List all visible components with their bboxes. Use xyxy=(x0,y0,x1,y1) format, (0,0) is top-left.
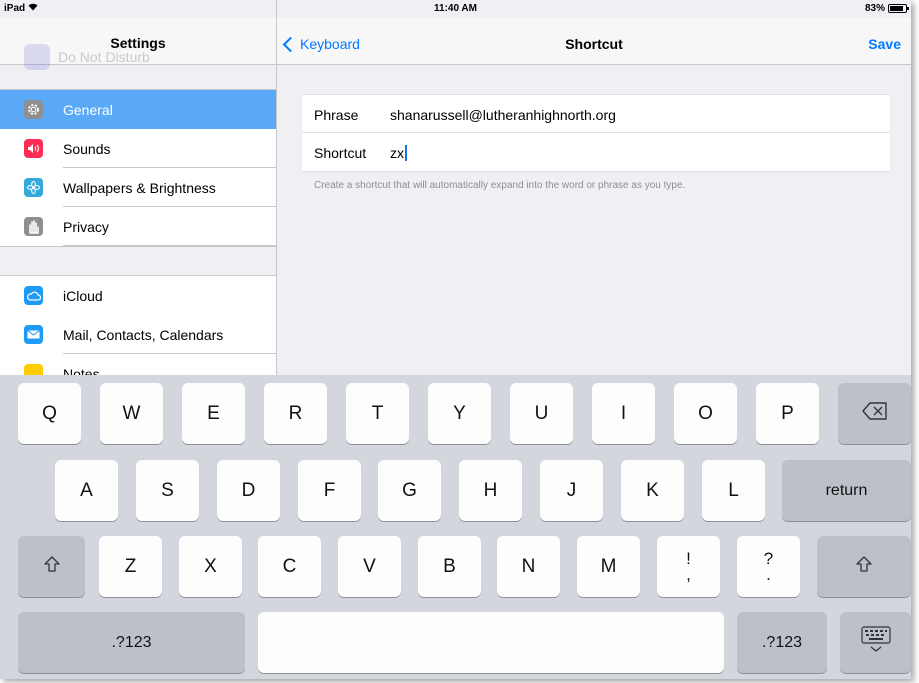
battery-percent: 83% xyxy=(864,3,885,14)
ipad-screen: Do Not Disturb Settings General Sounds W… xyxy=(0,0,911,679)
save-button[interactable]: Save xyxy=(868,36,901,52)
speaker-icon xyxy=(24,139,43,158)
sidebar-item-label: Wallpapers & Brightness xyxy=(63,179,216,196)
shortcut-footnote: Create a shortcut that will automaticall… xyxy=(314,180,686,191)
shift-icon xyxy=(855,555,873,579)
return-key[interactable]: return xyxy=(782,460,911,521)
phrase-field[interactable]: shanarussell@lutheranhighnorth.org xyxy=(390,107,616,123)
key-w[interactable]: W xyxy=(100,383,163,444)
shortcut-row: Shortcut zx xyxy=(302,133,890,171)
sidebar-item-mail[interactable]: Mail, Contacts, Calendars xyxy=(0,315,276,354)
sidebar-title: Settings xyxy=(110,35,166,51)
key-b[interactable]: B xyxy=(418,536,481,597)
key-a[interactable]: A xyxy=(55,460,118,521)
shortcut-field[interactable]: zx xyxy=(390,145,407,161)
status-bar: iPad 11:40 AM 83% xyxy=(0,0,911,18)
key-d[interactable]: D xyxy=(217,460,280,521)
key-period: . xyxy=(766,564,771,584)
battery-icon xyxy=(888,4,909,13)
sidebar-item-label: Mail, Contacts, Calendars xyxy=(63,326,224,343)
envelope-icon xyxy=(24,325,43,344)
key-c[interactable]: C xyxy=(258,536,321,597)
nav-bar: Keyboard Shortcut Save xyxy=(277,18,911,65)
ghost-label: Do Not Disturb xyxy=(58,49,150,65)
shift-key-right[interactable] xyxy=(817,536,911,597)
key-f[interactable]: F xyxy=(298,460,361,521)
key-n[interactable]: N xyxy=(497,536,560,597)
sidebar-item-wallpapers[interactable]: Wallpapers & Brightness xyxy=(0,168,276,207)
key-t[interactable]: T xyxy=(346,383,409,444)
hide-keyboard-key[interactable] xyxy=(840,612,911,673)
key-z[interactable]: Z xyxy=(99,536,162,597)
key-m[interactable]: M xyxy=(577,536,640,597)
key-r[interactable]: R xyxy=(264,383,327,444)
settings-sidebar: Do Not Disturb Settings General Sounds W… xyxy=(0,0,277,393)
key-e[interactable]: E xyxy=(182,383,245,444)
numbers-key-left[interactable]: .?123 xyxy=(18,612,245,673)
key-p[interactable]: P xyxy=(756,383,819,444)
key-question-period[interactable]: ? . xyxy=(737,536,800,597)
key-l[interactable]: L xyxy=(702,460,765,521)
page-title: Shortcut xyxy=(565,36,623,52)
shift-icon xyxy=(43,555,61,579)
phrase-label: Phrase xyxy=(314,107,359,123)
cloud-icon xyxy=(24,286,43,305)
hide-keyboard-icon xyxy=(860,625,891,660)
key-i[interactable]: I xyxy=(592,383,655,444)
hand-icon xyxy=(24,217,43,236)
key-o[interactable]: O xyxy=(674,383,737,444)
sidebar-group-1: General Sounds Wallpapers & Brightness P… xyxy=(0,89,276,247)
key-u[interactable]: U xyxy=(510,383,573,444)
shortcut-form: Phrase shanarussell@lutheranhighnorth.or… xyxy=(302,94,890,172)
sidebar-item-label: Privacy xyxy=(63,218,109,235)
sidebar-item-icloud[interactable]: iCloud xyxy=(0,276,276,315)
space-key[interactable] xyxy=(258,612,724,673)
key-j[interactable]: J xyxy=(540,460,603,521)
key-k[interactable]: K xyxy=(621,460,684,521)
key-y[interactable]: Y xyxy=(428,383,491,444)
keyboard: Q W E R T Y U I O P A S D F G H J K L re… xyxy=(0,375,911,679)
phrase-row: Phrase shanarussell@lutheranhighnorth.or… xyxy=(302,95,890,133)
flower-icon xyxy=(24,178,43,197)
sidebar-item-label: Sounds xyxy=(63,140,111,157)
key-g[interactable]: G xyxy=(378,460,441,521)
numbers-key-right[interactable]: .?123 xyxy=(737,612,827,673)
key-exclamation-comma[interactable]: ! , xyxy=(657,536,720,597)
gear-icon xyxy=(24,100,43,119)
backspace-icon xyxy=(861,401,888,426)
key-s[interactable]: S xyxy=(136,460,199,521)
status-right: 83% xyxy=(864,3,909,14)
key-x[interactable]: X xyxy=(179,536,242,597)
status-time: 11:40 AM xyxy=(434,3,477,14)
shortcut-text: zx xyxy=(390,145,404,161)
text-cursor xyxy=(405,145,407,161)
shift-key-left[interactable] xyxy=(18,536,85,597)
key-comma: , xyxy=(686,564,691,584)
sidebar-item-label: iCloud xyxy=(63,287,103,304)
key-h[interactable]: H xyxy=(459,460,522,521)
sidebar-item-general[interactable]: General xyxy=(0,90,276,129)
sidebar-item-label: General xyxy=(63,101,113,118)
key-q[interactable]: Q xyxy=(18,383,81,444)
shortcut-label: Shortcut xyxy=(314,145,367,161)
sidebar-item-privacy[interactable]: Privacy xyxy=(0,207,276,246)
backspace-key[interactable] xyxy=(838,383,911,444)
sidebar-item-sounds[interactable]: Sounds xyxy=(0,129,276,168)
key-v[interactable]: V xyxy=(338,536,401,597)
row-divider xyxy=(63,245,276,246)
